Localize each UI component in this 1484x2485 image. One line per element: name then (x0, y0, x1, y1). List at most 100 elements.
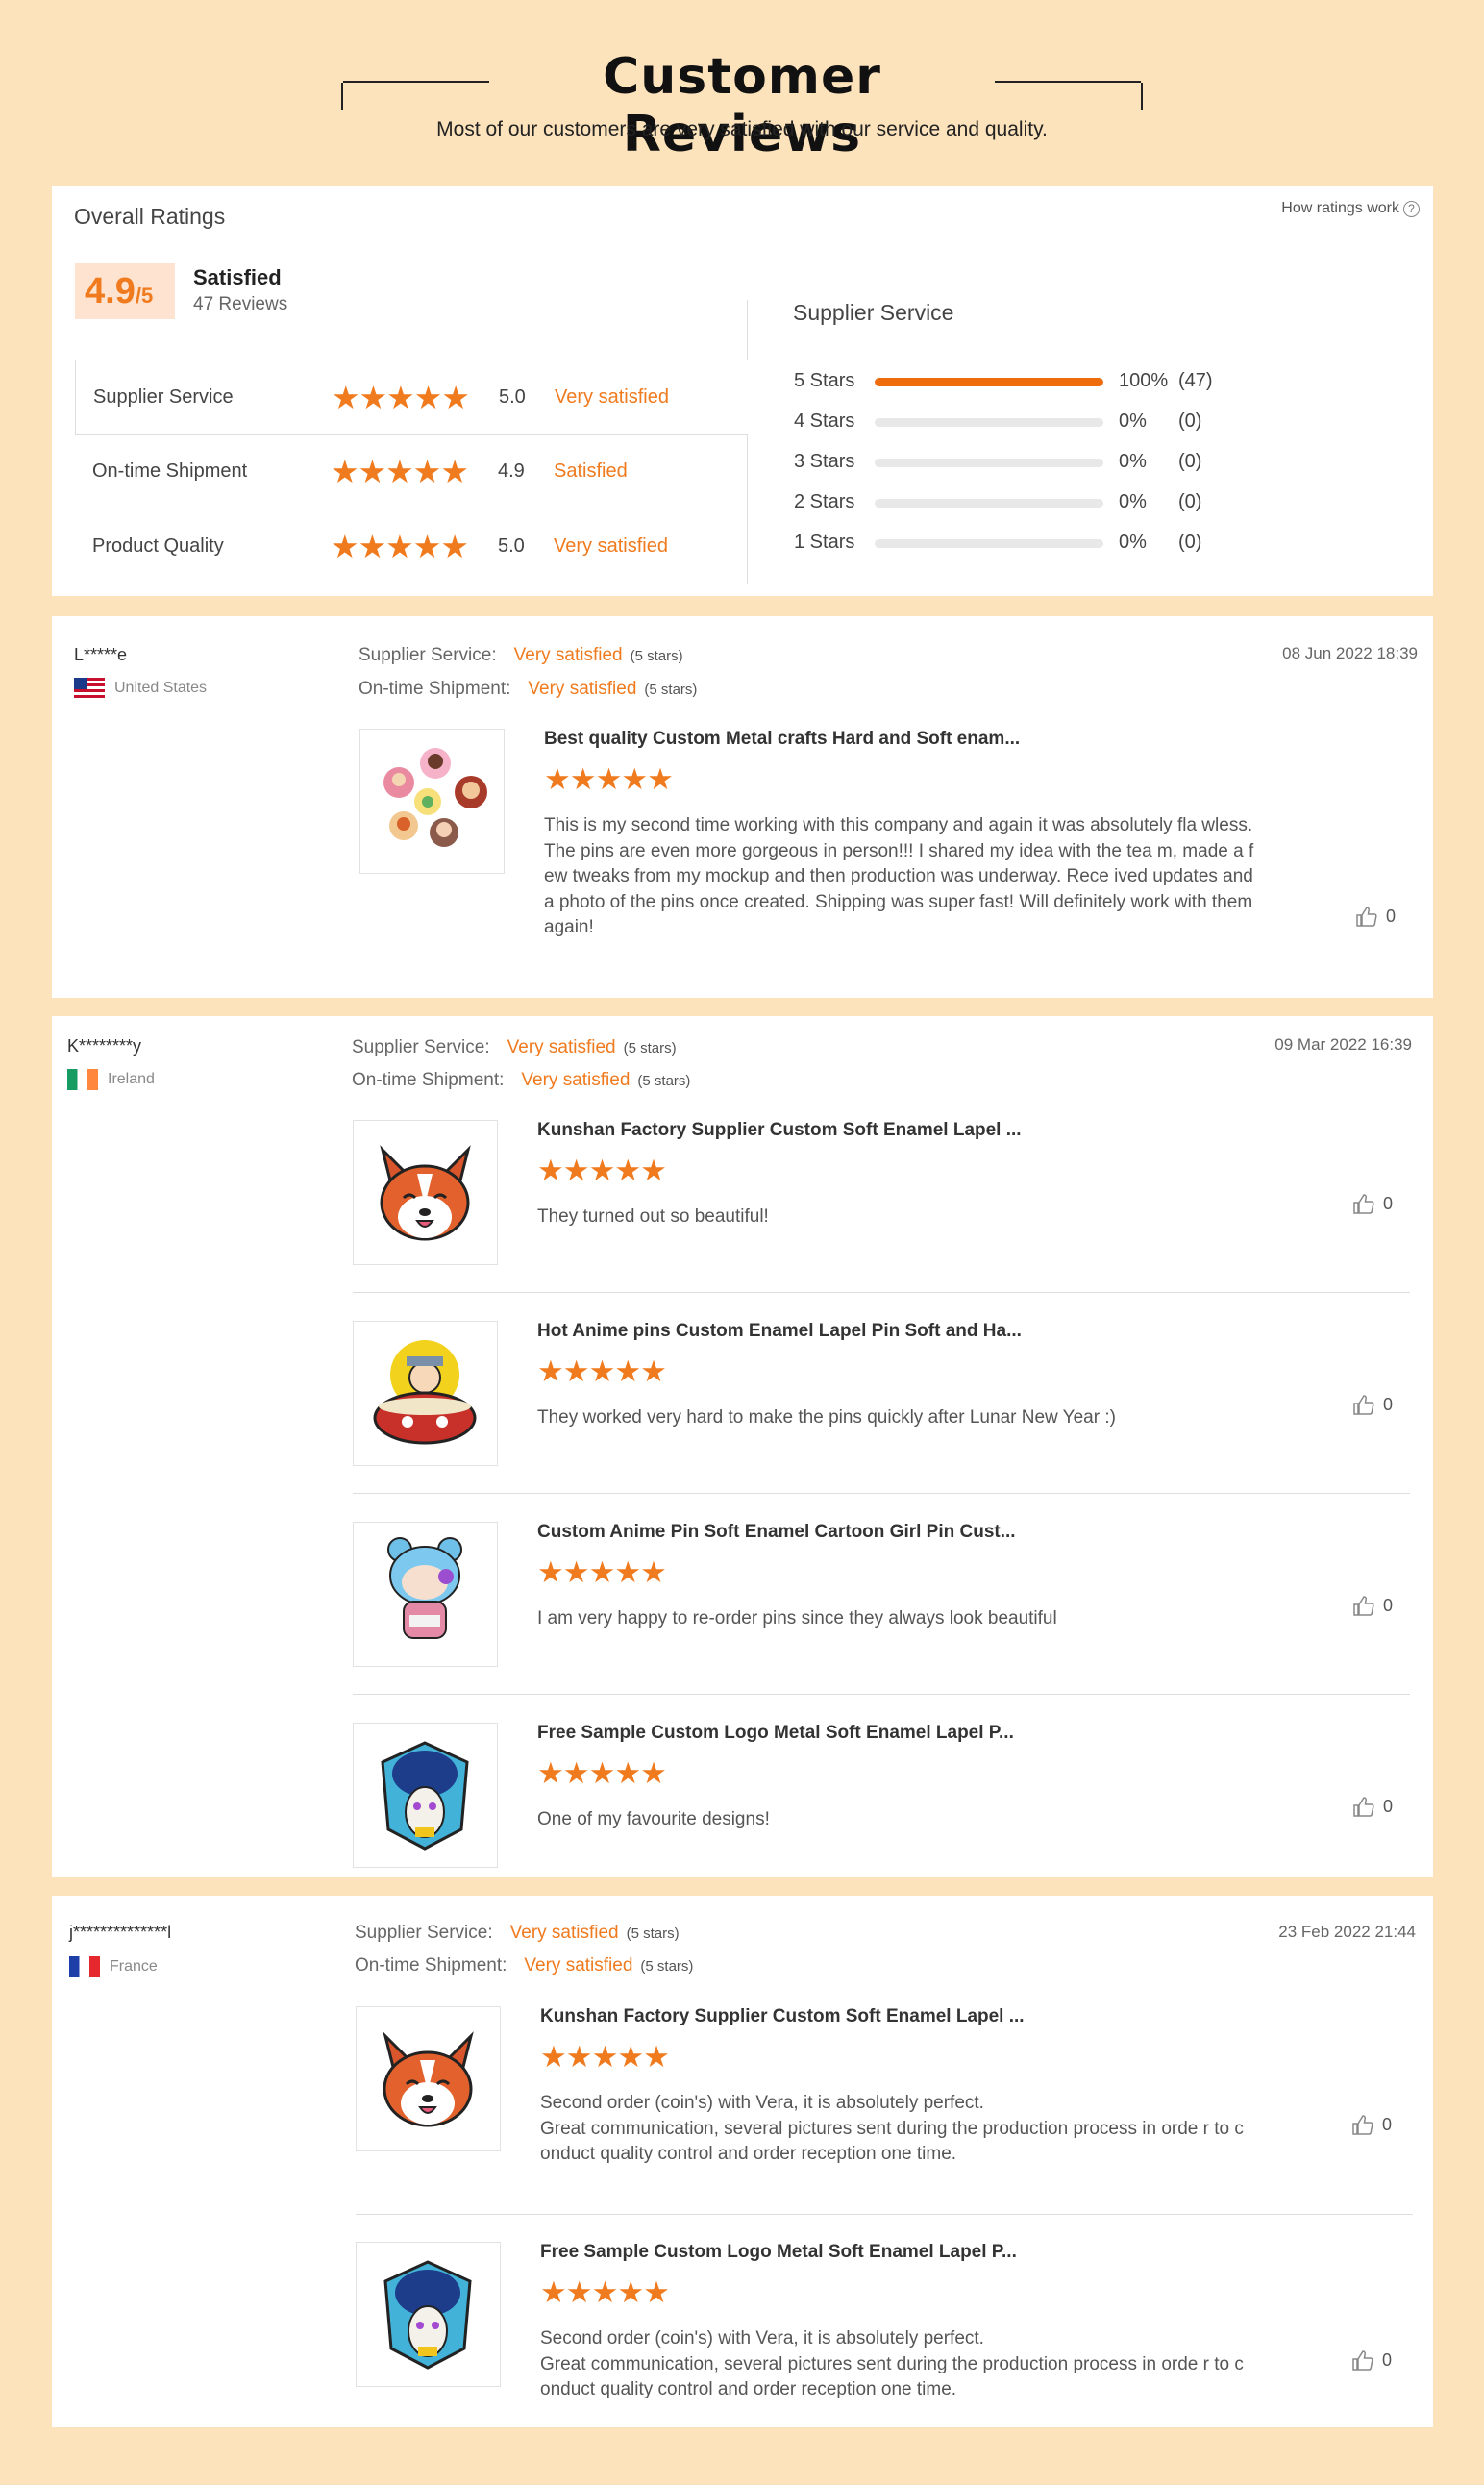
rating-desc: Very satisfied (555, 386, 669, 408)
reviewer-country-label: France (110, 1958, 158, 1976)
thumbs-up-icon (1356, 907, 1377, 927)
rating-value: 5.0 (499, 386, 526, 408)
meta-label: On-time Shipment: (355, 1955, 507, 1976)
meta-label: Supplier Service: (359, 645, 497, 665)
distribution-label: 2 Stars (794, 491, 855, 512)
how-ratings-work-label: How ratings work (1281, 200, 1399, 216)
product-thumbnail[interactable] (353, 1120, 498, 1265)
product-title[interactable]: Custom Anime Pin Soft Enamel Cartoon Gir… (537, 1522, 1016, 1543)
shipment-meta: On-time Shipment: Very satisfied (5 stars) (359, 679, 697, 700)
meta-value: Very satisfied (513, 645, 623, 665)
item-divider (353, 1493, 1410, 1494)
distribution-bar (875, 378, 1103, 386)
review-card: L*****e United States Supplier Service: V… (52, 616, 1433, 998)
product-thumbnail[interactable] (359, 729, 505, 874)
distribution-count: (0) (1178, 451, 1202, 472)
reviewer-name: j**************l (69, 1923, 172, 1942)
overall-score-value: 4.9 (85, 271, 136, 311)
like-count: 0 (1383, 1595, 1394, 1615)
product-rating-stars: ★★★★★ (537, 1756, 667, 1791)
rating-desc: Satisfied (554, 460, 628, 482)
us-flag-icon (74, 678, 105, 699)
distribution-title: Supplier Service (793, 300, 954, 325)
rating-stars: ★★★★★ (332, 379, 470, 416)
product-thumbnail[interactable] (356, 2006, 501, 2151)
overall-ratings-title: Overall Ratings (74, 204, 226, 229)
distribution-label: 1 Stars (794, 532, 855, 553)
cell-character-pin-image (381, 1741, 469, 1851)
distribution-percent: 0% (1119, 410, 1147, 432)
review-text: This is my second time working with this… (544, 815, 1254, 937)
like-button[interactable]: 0 (1352, 1394, 1393, 1417)
review-item: Kunshan Factory Supplier Custom Soft Ena… (356, 2006, 1403, 2199)
review-card: j**************l France Supplier Service… (52, 1896, 1433, 2427)
review-item: Free Sample Custom Logo Metal Soft Ename… (353, 1723, 1400, 1876)
thumbs-up-icon (1353, 1797, 1374, 1817)
like-button[interactable]: 0 (1351, 2114, 1392, 2137)
product-title[interactable]: Kunshan Factory Supplier Custom Soft Ena… (537, 1120, 1022, 1141)
meta-stars: (5 stars) (630, 648, 683, 664)
meta-value: Very satisfied (521, 1070, 631, 1090)
corgi-pin-image (380, 1145, 471, 1241)
distribution-percent: 100% (1119, 370, 1169, 391)
product-title[interactable]: Free Sample Custom Logo Metal Soft Ename… (540, 2242, 1017, 2263)
product-title[interactable]: Free Sample Custom Logo Metal Soft Ename… (537, 1723, 1014, 1744)
distribution-count: (47) (1178, 370, 1213, 391)
distribution-bar (875, 499, 1103, 508)
meta-stars: (5 stars) (623, 1040, 677, 1056)
ireland-flag-icon (67, 1069, 98, 1090)
product-thumbnail[interactable] (353, 1723, 498, 1868)
supplier-service-meta: Supplier Service: Very satisfied (5 stars) (359, 645, 683, 666)
product-title[interactable]: Best quality Custom Metal crafts Hard an… (544, 729, 1020, 750)
anime-ramen-pin-image (373, 1340, 477, 1445)
cartoon-girl-pin-image (387, 1537, 462, 1639)
like-button[interactable]: 0 (1352, 1796, 1393, 1819)
review-card: K********y Ireland Supplier Service: Very… (52, 1016, 1433, 1877)
like-button[interactable]: 0 (1352, 1595, 1393, 1618)
review-text: Second order (coin's) with Vera, it is a… (540, 2328, 1244, 2399)
product-title[interactable]: Kunshan Factory Supplier Custom Soft Ena… (540, 2006, 1025, 2027)
review-date: 09 Mar 2022 16:39 (1274, 1035, 1412, 1054)
meta-value: Very satisfied (507, 1037, 616, 1057)
reviewer-country-label: Ireland (108, 1071, 155, 1088)
reviewer-name: K********y (67, 1036, 142, 1056)
supplier-service-meta: Supplier Service: Very satisfied (5 stars) (352, 1037, 677, 1058)
like-count: 0 (1382, 2349, 1393, 2370)
product-rating-stars: ★★★★★ (544, 762, 674, 797)
rating-row-label: Product Quality (92, 535, 224, 557)
rating-stars: ★★★★★ (331, 453, 469, 490)
product-rating-stars: ★★★★★ (537, 1555, 667, 1590)
product-thumbnail[interactable] (356, 2242, 501, 2387)
review-item: Custom Anime Pin Soft Enamel Cartoon Gir… (353, 1522, 1400, 1676)
rating-row-supplier-service[interactable]: Supplier Service ★★★★★ 5.0 Very satisfie… (75, 360, 748, 435)
like-button[interactable]: 0 (1355, 906, 1396, 929)
distribution-count: (0) (1178, 491, 1202, 512)
rating-rows: Supplier Service ★★★★★ 5.0 Very satisfie… (75, 360, 748, 584)
product-title[interactable]: Hot Anime pins Custom Enamel Lapel Pin S… (537, 1321, 1022, 1342)
overall-score-suffix: /5 (135, 284, 154, 308)
distribution-percent: 0% (1119, 491, 1147, 512)
overall-ratings-card: Overall Ratings How ratings work? 4.9/5 … (52, 186, 1433, 596)
review-text: They worked very hard to make the pins q… (537, 1407, 1116, 1428)
item-divider (353, 1694, 1410, 1695)
like-button[interactable]: 0 (1351, 2349, 1392, 2373)
rating-stars: ★★★★★ (331, 528, 469, 565)
product-thumbnail[interactable] (353, 1321, 498, 1466)
thumbs-up-icon (1352, 2350, 1373, 2371)
like-button[interactable]: 0 (1352, 1193, 1393, 1216)
product-thumbnail[interactable] (353, 1522, 498, 1667)
title-bracket-right (995, 81, 1143, 110)
thumbs-up-icon (1352, 2115, 1373, 2135)
rating-row-on-time-shipment[interactable]: On-time Shipment ★★★★★ 4.9 Satisfied (75, 435, 748, 509)
rating-row-product-quality[interactable]: Product Quality ★★★★★ 5.0 Very satisfied (75, 509, 748, 584)
how-ratings-work-link[interactable]: How ratings work? (1281, 200, 1420, 217)
like-count: 0 (1383, 1394, 1394, 1414)
meta-stars: (5 stars) (637, 1073, 691, 1089)
distribution-label: 5 Stars (794, 370, 855, 391)
rating-row-label: On-time Shipment (92, 460, 248, 482)
meta-value: Very satisfied (509, 1923, 619, 1943)
overall-score-badge: 4.9/5 (75, 263, 175, 319)
meta-stars: (5 stars) (644, 682, 698, 698)
reviewer-country: Ireland (67, 1069, 155, 1090)
rating-desc: Very satisfied (554, 535, 668, 557)
